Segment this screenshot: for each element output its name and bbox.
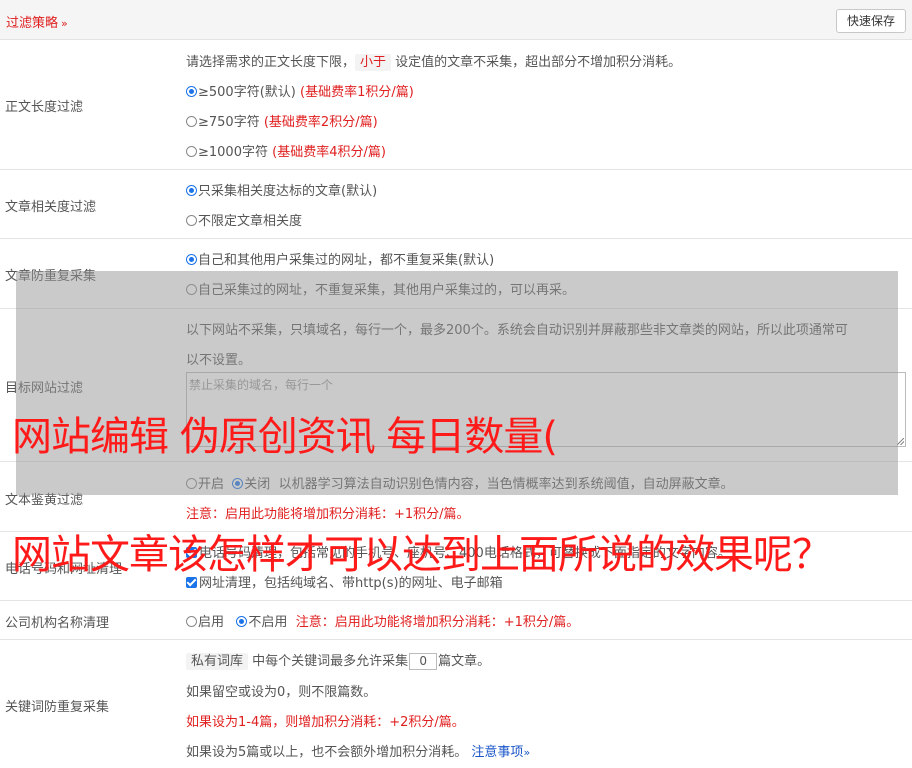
relevance-option-required[interactable]: 只采集相关度达标的文章(默认) <box>186 180 377 199</box>
notes-link[interactable]: 注意事项 <box>471 745 523 760</box>
option-note: (基础费率1积分/篇) <box>300 85 414 100</box>
option-label: 只采集相关度达标的文章(默认) <box>198 184 378 199</box>
overlay-headline-1: 网站编辑 伪原创资讯 每日数量( <box>12 414 558 460</box>
keyword-hint-2: 如果设为1-4篇，则增加积分消耗：+2积分/篇。 <box>186 715 465 730</box>
row-label: 公司机构名称清理 <box>5 616 110 631</box>
section-title-text: 过滤策略 <box>6 16 59 31</box>
limit-text: 中每个关键词最多允许采集 <box>252 654 409 669</box>
company-options: 启用 不启用 注意：启用此功能将增加积分消耗：+1积分/篇。 <box>186 611 579 630</box>
keyword-limit-input[interactable]: 0 <box>409 653 438 670</box>
radio-icon[interactable] <box>186 616 197 627</box>
row-label: 文章相关度过滤 <box>5 200 97 215</box>
option-off[interactable]: 不启用 <box>248 615 287 630</box>
option-note: (基础费率4积分/篇) <box>272 145 386 160</box>
option-on[interactable]: 启用 <box>198 615 224 630</box>
radio-icon[interactable] <box>186 146 197 157</box>
dedupe-option-all[interactable]: 自己和其他用户采集过的网址，都不重复采集(默认) <box>186 249 494 268</box>
grey-overlay <box>16 271 898 495</box>
resize-grip-icon[interactable] <box>897 438 904 445</box>
overlay-headline-2: 网站文章该怎样才可以达到上面所说的效果呢？ <box>12 532 832 578</box>
filter-toolbar: 过滤策略» 快速保存 <box>0 0 912 40</box>
keyword-hint-1: 如果留空或设为0，则不限篇数。 <box>186 685 377 700</box>
option-label: 自己和其他用户采集过的网址，都不重复采集(默认) <box>198 253 495 268</box>
radio-icon[interactable] <box>186 116 197 127</box>
desc-text: 设定值的文章不采集，超出部分不增加积分消耗。 <box>395 55 682 70</box>
chevron-down-icon[interactable]: » <box>523 746 530 759</box>
row-keyword-dedupe: 关键词防重复采集 私有词库 中每个关键词最多允许采集 0 篇文章。 如果留空或设为0… <box>0 640 912 768</box>
row-relevance: 文章相关度过滤 只采集相关度达标的文章(默认) 不限定文章相关度 <box>0 170 912 239</box>
length-option-1000[interactable]: ≥1000字符 (基础费率4积分/篇) <box>186 141 386 160</box>
option-label: 网址清理，包括纯域名、带http(s)的网址、电子邮箱 <box>199 576 503 591</box>
relevance-option-any[interactable]: 不限定文章相关度 <box>186 210 302 229</box>
keyword-hint-3: 如果设为5篇或以上，也不会额外增加积分消耗。 注意事项» <box>186 741 530 760</box>
keyword-limit-line: 私有词库 中每个关键词最多允许采集 0 篇文章。 <box>186 650 490 670</box>
option-label: ≥1000字符 <box>198 145 268 160</box>
radio-selected-icon[interactable] <box>236 616 248 627</box>
radio-icon[interactable] <box>186 215 197 226</box>
row-length-filter: 正文长度过滤 请选择需求的正文长度下限， 小于 设定值的文章不采集，超出部分不增加… <box>0 40 912 170</box>
desc-text: 请选择需求的正文长度下限， <box>186 55 356 70</box>
quick-save-button[interactable]: 快速保存 <box>835 9 906 33</box>
row-label: 正文长度过滤 <box>5 100 84 115</box>
porn-note: 注意：启用此功能将增加积分消耗：+1积分/篇。 <box>186 507 470 522</box>
radio-selected-icon[interactable] <box>186 254 197 265</box>
option-label: 不限定文章相关度 <box>198 214 303 229</box>
checkbox-checked-icon[interactable] <box>186 577 197 588</box>
option-label: ≥750字符 <box>198 115 260 130</box>
company-note: 注意：启用此功能将增加积分消耗：+1积分/篇。 <box>295 615 580 630</box>
private-lexicon-tag[interactable]: 私有词库 <box>186 653 249 670</box>
hint-text: 如果设为5篇或以上，也不会额外增加积分消耗。 <box>186 745 468 760</box>
radio-selected-icon[interactable] <box>186 185 197 196</box>
desc-tag: 小于 <box>355 54 392 71</box>
chevron-down-icon: » <box>61 17 68 30</box>
section-title[interactable]: 过滤策略» <box>6 12 68 31</box>
length-option-500[interactable]: ≥500字符(默认) (基础费率1积分/篇) <box>186 81 414 100</box>
option-note: (基础费率2积分/篇) <box>263 115 378 130</box>
option-label: ≥500字符(默认) <box>198 85 296 100</box>
length-desc: 请选择需求的正文长度下限， 小于 设定值的文章不采集，超出部分不增加积分消耗。 <box>186 51 682 71</box>
radio-selected-icon[interactable] <box>186 86 197 97</box>
limit-text: 篇文章。 <box>438 654 491 669</box>
row-label: 关键词防重复采集 <box>5 700 110 715</box>
length-option-750[interactable]: ≥750字符 (基础费率2积分/篇) <box>186 111 378 130</box>
row-company-cleanup: 公司机构名称清理 启用 不启用 注意：启用此功能将增加积分消耗：+1积分/篇。 <box>0 601 912 640</box>
